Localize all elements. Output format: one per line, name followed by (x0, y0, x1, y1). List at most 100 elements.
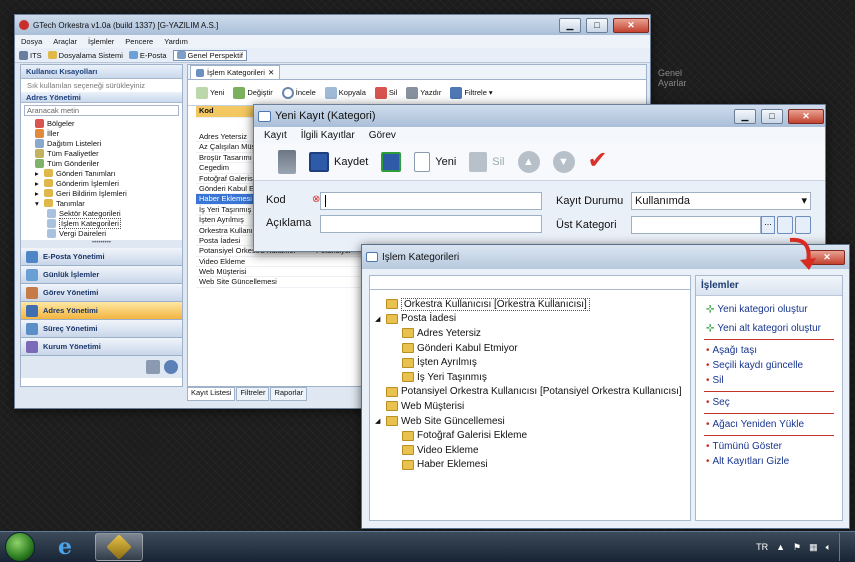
close-button[interactable]: ✕ (613, 17, 649, 33)
menu-kayit[interactable]: Kayıt (264, 130, 287, 141)
tree-item-vergi[interactable]: Vergi Daireleri (35, 228, 182, 238)
language-indicator[interactable]: TR (756, 542, 768, 552)
action-asagi-tasi[interactable]: • Aşağı taşı (696, 343, 842, 358)
tree-node-potansiyel[interactable]: Potansiyel Orkestra Kullanıcısı [Potansi… (370, 385, 690, 400)
tree-item-bolgeler[interactable]: Bölgeler (35, 118, 182, 128)
tree-item-geri-bildirim[interactable]: ▸ Geri Bildirim İşlemleri (35, 188, 182, 198)
collapse-icon[interactable]: ▾ (35, 199, 41, 208)
add-pointer-icon[interactable] (278, 149, 296, 174)
aciklama-input[interactable] (320, 215, 542, 233)
nav-gorev[interactable]: Görev Yönetimi (21, 284, 182, 302)
incele-button[interactable]: İncele (281, 86, 316, 99)
tree-node-web-musterisi[interactable]: Web Müşterisi (370, 399, 690, 414)
perspective-genel[interactable]: Genel Perspektif (172, 49, 247, 61)
action-alt-kayitlari-gizle[interactable]: • Alt Kayıtları Gizle (696, 454, 842, 469)
action-tumunu-goster[interactable]: • Tümünü Göster (696, 439, 842, 454)
volume-icon[interactable]: 🔈︎ (826, 542, 831, 553)
tab-kayit-listesi[interactable]: Kayıt Listesi (187, 387, 236, 401)
menu-pencere[interactable]: Pencere (125, 37, 153, 46)
tree-node-isten-ayrilmis[interactable]: İşten Ayrılmış (370, 355, 690, 370)
tree-node-posta-iadesi[interactable]: ◢ Posta İadesi (370, 312, 690, 327)
nav-surec[interactable]: Süreç Yönetimi (21, 320, 182, 338)
filtrele-button[interactable]: Filtrele ▾ (450, 86, 493, 99)
tree-item-gonderim[interactable]: ▸ Gönderim İşlemleri (35, 178, 182, 188)
tree-item-faaliyetler[interactable]: Tüm Faaliyetler (35, 148, 182, 158)
menu-islemler[interactable]: İşlemler (88, 37, 114, 46)
perspective-its[interactable]: ITS (19, 50, 42, 60)
expand-icon[interactable]: ▸ (35, 189, 41, 198)
maximize-button[interactable]: □ (761, 108, 783, 124)
arrow-down-icon[interactable]: ▼ (552, 150, 575, 173)
user-icon[interactable] (164, 360, 178, 374)
dropdown-arrow-icon[interactable]: ▾ (489, 88, 493, 97)
kaydet-button[interactable]: Kaydet (309, 151, 368, 172)
tree-node-gonderi-kabul[interactable]: Gönderi Kabul Etmiyor (370, 341, 690, 356)
yeni-button[interactable]: Yeni (196, 86, 224, 99)
taskbar-ie[interactable]: e (41, 533, 89, 561)
expand-icon[interactable]: ▸ (35, 169, 41, 178)
action-yeni-alt-kategori[interactable]: ⊹ Yeni alt kategori oluştur (696, 321, 842, 336)
add-category-icon[interactable] (777, 216, 793, 234)
tree-item-tanimlar[interactable]: ▾ Tanımlar (35, 198, 182, 208)
action-guncelle[interactable]: • Seçili kaydı güncelle (696, 358, 842, 373)
flag-icon[interactable]: ⚑ (793, 542, 801, 553)
check-icon[interactable]: ✔ (588, 148, 614, 173)
tab-islem-kategorileri[interactable]: İşlem Kategorileri ✕ (190, 65, 281, 79)
network-icon[interactable]: ▦ (809, 542, 818, 553)
perspective-eposta[interactable]: E-Posta (128, 51, 167, 60)
browse-button[interactable]: ... (761, 216, 775, 234)
expand-icon[interactable]: ▸ (35, 179, 41, 188)
show-desktop-button[interactable] (839, 533, 849, 561)
tree-node-fotograf[interactable]: Fotoğraf Galerisi Ekleme (370, 428, 690, 443)
print-icon[interactable] (146, 360, 160, 374)
minimize-button[interactable]: ▁ (734, 108, 756, 124)
tree-node-orkestra[interactable]: Orkestra Kullanıcısı [Orkestra Kullanıcı… (370, 297, 690, 312)
search-input[interactable]: Aranacak metin (24, 105, 179, 116)
perspective-dosyalama[interactable]: Dosyalama Sistemi (47, 51, 123, 60)
start-button[interactable] (5, 532, 35, 562)
action-yeni-kategori[interactable]: ⊹ Yeni kategori oluştur (696, 302, 842, 317)
collapse-icon[interactable]: ◢ (375, 417, 383, 425)
tree-node-web-site[interactable]: ◢ Web Site Güncellemesi (370, 414, 690, 429)
splitter[interactable]: ••••••••• (21, 240, 182, 248)
tree-item-dagitim[interactable]: Dağıtım Listeleri (35, 138, 182, 148)
save-new-button[interactable] (381, 151, 402, 172)
arrow-up-icon[interactable]: ▲ (517, 150, 540, 173)
tab-close-icon[interactable]: ✕ (268, 68, 274, 77)
nav-adres[interactable]: Adres Yönetimi (21, 302, 182, 320)
sil-button[interactable]: Sil (374, 86, 397, 99)
tree-item-sektor[interactable]: Sektör Kategorileri (35, 208, 182, 218)
menu-yardim[interactable]: Yardım (164, 37, 188, 46)
clear-icon[interactable] (795, 216, 811, 234)
tree-node-adres-yetersiz[interactable]: Adres Yetersiz (370, 326, 690, 341)
menu-gorev[interactable]: Görev (369, 130, 396, 141)
tree-node-video[interactable]: Video Ekleme (370, 443, 690, 458)
minimize-button[interactable]: ▁ (559, 17, 581, 33)
close-button[interactable]: ✕ (788, 108, 824, 124)
menu-araclar[interactable]: Araçlar (53, 37, 77, 46)
nav-eposta[interactable]: E-Posta Yönetimi (21, 248, 182, 266)
yeni-button[interactable]: Yeni (414, 151, 456, 172)
yazdir-button[interactable]: Yazdır (406, 86, 441, 99)
tree-search-input[interactable] (369, 275, 691, 290)
menu-ilgili-kayitlar[interactable]: İlgili Kayıtlar (301, 130, 355, 141)
ust-kategori-input[interactable] (631, 216, 761, 234)
tab-raporlar[interactable]: Raporlar (270, 387, 308, 401)
degistir-button[interactable]: Değiştir (233, 86, 273, 99)
collapse-icon[interactable]: ◢ (375, 315, 383, 323)
maximize-button[interactable]: □ (586, 17, 608, 33)
tree-item-gonderi-tanim[interactable]: ▸ Gönderi Tanımları (35, 168, 182, 178)
tree-item-gonderiler[interactable]: Tüm Gönderiler (35, 158, 182, 168)
tree-item-iller[interactable]: İller (35, 128, 182, 138)
tree-item-islem-kategori[interactable]: İşlem Kategorileri (35, 217, 182, 229)
menu-dosya[interactable]: Dosya (21, 37, 42, 46)
tree-node-haber[interactable]: Haber Eklemesi (370, 458, 690, 473)
action-sil[interactable]: • Sil (696, 373, 842, 388)
sil-button[interactable]: Sil (469, 151, 505, 172)
tree-node-is-yeri[interactable]: İş Yeri Taşınmış (370, 370, 690, 385)
nav-kurum[interactable]: Kurum Yönetimi (21, 338, 182, 356)
action-agaci-yukle[interactable]: • Ağacı Yeniden Yükle (696, 417, 842, 432)
kod-input[interactable] (320, 192, 542, 210)
tab-filtreler[interactable]: Filtreler (236, 387, 270, 401)
action-sec[interactable]: • Seç (696, 395, 842, 410)
